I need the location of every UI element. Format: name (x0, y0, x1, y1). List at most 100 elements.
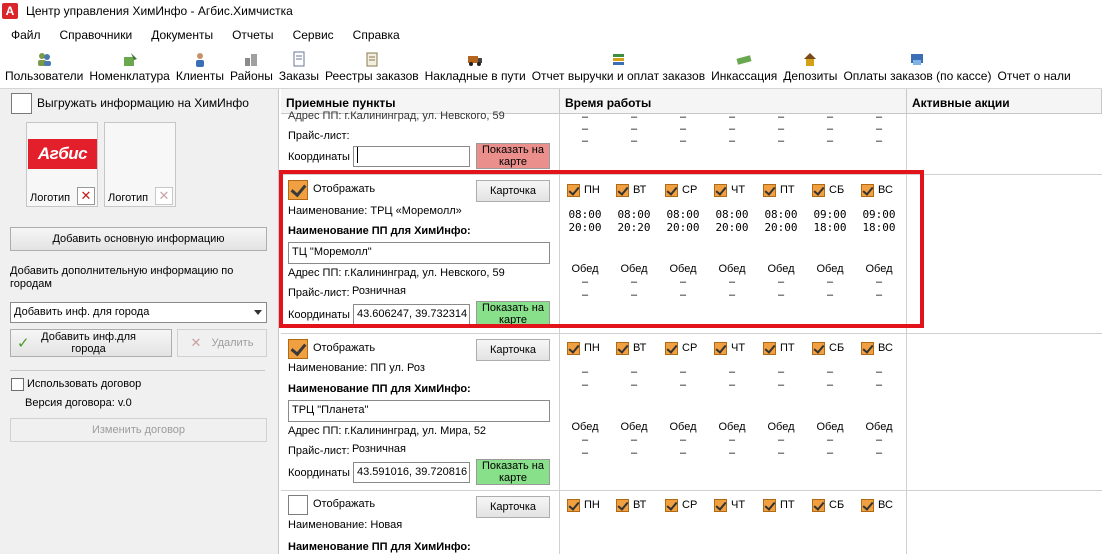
day-checkbox[interactable] (616, 184, 629, 197)
pp-name-input[interactable]: ТЦ "Моремолл" (288, 242, 550, 264)
day-label: СР (682, 342, 698, 354)
logo-slot-2[interactable]: Логотип ✕ (104, 122, 176, 207)
day-checkbox[interactable] (567, 342, 580, 355)
add-main-info-button[interactable]: Добавить основную информацию (10, 227, 267, 251)
hours-dash: – (630, 135, 638, 147)
toolbar-nomenclature-button[interactable]: Номенклатура (86, 50, 173, 83)
show-on-map-button[interactable]: Показать на карте (476, 301, 550, 327)
toolbar-orders-button[interactable]: Заказы (276, 50, 322, 83)
day-label: ВС (878, 499, 893, 511)
day-checkbox[interactable] (812, 499, 825, 512)
close-time: 18:00 (862, 221, 896, 234)
day-checkbox[interactable] (861, 342, 874, 355)
toolbar-clients-button[interactable]: Клиенты (173, 50, 227, 83)
day-checkbox[interactable] (714, 342, 727, 355)
day-checkbox[interactable] (567, 499, 580, 512)
pickup-points-grid: Приемные пункты Время работы Активные ак… (281, 89, 1102, 554)
coords-input[interactable] (353, 146, 470, 167)
card-button[interactable]: Карточка (476, 496, 550, 518)
add-city-info-button[interactable]: ✓ Добавить инф.для города (10, 329, 172, 357)
toolbar-users-button[interactable]: Пользователи (0, 50, 86, 83)
day-checkbox[interactable] (714, 184, 727, 197)
hours-dash: – (728, 366, 736, 378)
coords-input[interactable]: 43.591016, 39.720816 (353, 462, 470, 483)
cash-icon (735, 50, 753, 67)
day-checkbox[interactable] (861, 184, 874, 197)
lunch-dash: – (630, 289, 638, 301)
display-checkbox[interactable] (288, 339, 308, 359)
show-on-map-button[interactable]: Показать на карте (476, 143, 550, 169)
menu-documents[interactable]: Документы (141, 28, 222, 42)
day-checkbox[interactable] (861, 499, 874, 512)
lunch-dash: – (679, 447, 687, 459)
day-checkbox[interactable] (714, 499, 727, 512)
toolbar-payments-button[interactable]: Оплаты заказов (по кассе) (840, 50, 994, 83)
menu-reports[interactable]: Отчеты (222, 28, 282, 42)
coords-input[interactable]: 43.606247, 39.732314 (353, 304, 470, 325)
toolbar-report2-button[interactable]: Отчет о нали (994, 50, 1073, 83)
lunch-dash: – (630, 276, 638, 288)
open-time: 08:00 (617, 208, 651, 221)
day-checkbox[interactable] (616, 499, 629, 512)
display-checkbox[interactable] (288, 180, 308, 200)
day-checkbox[interactable] (763, 342, 776, 355)
menu-help[interactable]: Справка (343, 28, 409, 42)
pp-name-label: Наименование ПП для ХимИнфо: (288, 225, 471, 237)
lunch-dash: – (728, 434, 736, 446)
day-checkbox[interactable] (665, 499, 678, 512)
open-time: 09:00 (813, 208, 847, 221)
day-checkbox[interactable] (812, 342, 825, 355)
day-label: ПТ (780, 499, 795, 511)
display-checkbox[interactable] (288, 495, 308, 515)
lunch-label: Обед (718, 263, 746, 275)
toolbar-report-button[interactable]: Отчет выручки и оплат заказов (529, 50, 708, 83)
export-checkbox[interactable] (11, 93, 32, 114)
toolbar-invoices-button[interactable]: Накладные в пути (422, 50, 529, 83)
pp-name-input[interactable]: ТРЦ "Планета" (288, 400, 550, 422)
change-contract-button[interactable]: Изменить договор (10, 418, 267, 442)
day-label: ЧТ (731, 184, 746, 196)
menu-file[interactable]: Файл (0, 28, 50, 42)
day-checkbox[interactable] (812, 184, 825, 197)
city-combo[interactable]: Добавить инф. для города (10, 302, 267, 323)
toolbar-districts-button[interactable]: Районы (227, 50, 276, 83)
day-checkbox[interactable] (763, 184, 776, 197)
hours-dash: – (875, 379, 883, 391)
delete-logo-1-button[interactable]: ✕ (77, 187, 95, 205)
day-label: ПТ (780, 342, 795, 354)
day-label: ВТ (633, 499, 647, 511)
hours-dash: – (679, 379, 687, 391)
hours-dash: – (728, 111, 736, 123)
delete-logo-2-button[interactable]: ✕ (155, 187, 173, 205)
card-button[interactable]: Карточка (476, 339, 550, 361)
toolbar-deposit-button[interactable]: Депозиты (780, 50, 840, 83)
invoices-icon (466, 50, 484, 67)
day-checkbox[interactable] (665, 342, 678, 355)
day-label: ПН (584, 499, 600, 511)
menu-directories[interactable]: Справочники (50, 28, 142, 42)
logo-slot-1[interactable]: Агбис Логотип ✕ (26, 122, 98, 207)
hours-dash: – (826, 111, 834, 123)
toolbar-cash-button[interactable]: Инкассация (708, 50, 780, 83)
use-contract-checkbox[interactable] (11, 378, 24, 391)
day-checkbox[interactable] (567, 184, 580, 197)
lunch-dash: – (777, 434, 785, 446)
day-checkbox[interactable] (665, 184, 678, 197)
lunch-dash: – (875, 289, 883, 301)
lunch-dash: – (826, 447, 834, 459)
day-checkbox[interactable] (616, 342, 629, 355)
hours-dash: – (679, 123, 687, 135)
delete-button[interactable]: ✕ Удалить (177, 329, 267, 357)
hours-dash: – (581, 366, 589, 378)
lunch-dash: – (875, 447, 883, 459)
day-label: СБ (829, 342, 845, 354)
pricelist-label: Прайс-лист: (288, 130, 350, 142)
card-button[interactable]: Карточка (476, 180, 550, 202)
show-on-map-button[interactable]: Показать на карте (476, 459, 550, 485)
lunch-label: Обед (718, 421, 746, 433)
toolbar-registry-button[interactable]: Реестры заказов (322, 50, 422, 83)
hours-dash: – (581, 123, 589, 135)
menu-service[interactable]: Сервис (283, 28, 343, 42)
hours-dash: – (875, 366, 883, 378)
day-checkbox[interactable] (763, 499, 776, 512)
